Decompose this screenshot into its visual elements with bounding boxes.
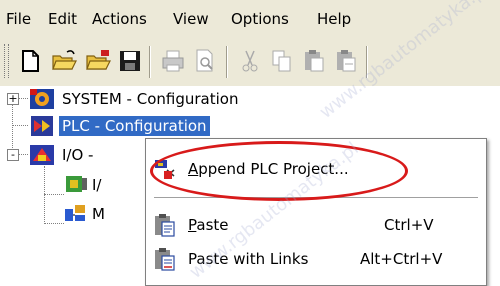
shortcut-label: Ctrl+V xyxy=(384,216,434,234)
toolbar-separator-2 xyxy=(226,46,228,78)
tree-node-system[interactable]: SYSTEM - Configuration xyxy=(62,89,238,109)
menu-edit[interactable]: Edit xyxy=(48,10,77,28)
tree-node-plc[interactable]: PLC - Configuration xyxy=(59,116,210,136)
open-recent-icon[interactable] xyxy=(84,47,112,75)
cut-icon[interactable] xyxy=(236,47,264,75)
copy-icon[interactable] xyxy=(268,47,296,75)
tree-connector xyxy=(12,125,28,126)
expand-toggle[interactable]: + xyxy=(7,93,19,105)
paste-icon xyxy=(152,212,178,238)
print-icon[interactable] xyxy=(159,47,187,75)
toolbar-grip[interactable] xyxy=(4,44,9,78)
paste-links-icon[interactable] xyxy=(332,47,360,75)
tree-node-mappings[interactable]: M xyxy=(92,204,105,224)
save-icon[interactable] xyxy=(116,47,144,75)
print-preview-icon[interactable] xyxy=(191,47,219,75)
shortcut-label: Alt+Ctrl+V xyxy=(360,250,443,268)
tree-connector xyxy=(44,223,64,224)
tree-connector xyxy=(18,98,28,99)
menu-item-paste-with-links[interactable]: Paste with Links Alt+Ctrl+V xyxy=(146,243,486,275)
toolbar-separator-3 xyxy=(366,46,368,78)
plc-icon xyxy=(28,114,56,138)
menu-file[interactable]: File xyxy=(6,10,31,28)
menu-actions[interactable]: Actions xyxy=(92,10,147,28)
menu-item-label: Paste with Links xyxy=(188,250,309,268)
tree-connector xyxy=(18,154,28,155)
collapse-toggle[interactable]: - xyxy=(7,149,19,161)
io-devices-icon xyxy=(62,172,90,196)
menu-bar: File Edit Actions View Options Help xyxy=(0,0,500,38)
toolbar xyxy=(0,38,500,87)
tree-connector xyxy=(44,194,64,195)
new-file-icon[interactable] xyxy=(16,47,44,75)
tree-connector xyxy=(44,166,45,224)
paste-links-icon xyxy=(152,246,178,272)
paste-icon[interactable] xyxy=(300,47,328,75)
tree-node-io-devices[interactable]: I/ xyxy=(92,175,101,195)
menu-help[interactable]: Help xyxy=(317,10,351,28)
menu-options[interactable]: Options xyxy=(231,10,289,28)
io-config-icon xyxy=(28,143,56,167)
menu-item-label: Paste xyxy=(188,216,229,234)
open-folder-icon[interactable] xyxy=(50,47,78,75)
highlight-annotation xyxy=(150,141,408,201)
menu-view[interactable]: View xyxy=(173,10,209,28)
tree-node-io[interactable]: I/O - xyxy=(62,145,93,165)
mappings-icon xyxy=(62,201,90,225)
system-gear-icon xyxy=(28,87,56,111)
menu-item-paste[interactable]: Paste Ctrl+V xyxy=(146,209,486,241)
toolbar-separator xyxy=(149,46,151,78)
